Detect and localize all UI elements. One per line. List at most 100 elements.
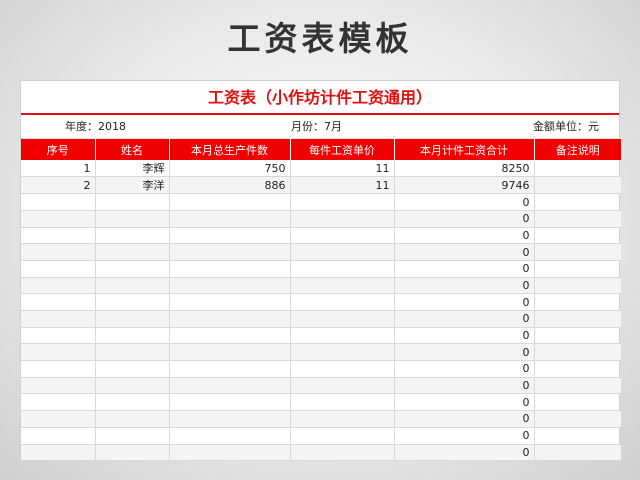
cell-notes[interactable] (534, 160, 621, 178)
cell-name[interactable] (95, 360, 170, 378)
cell-index[interactable] (21, 343, 96, 362)
cell-notes[interactable] (534, 227, 621, 245)
cell-name[interactable] (95, 277, 170, 295)
cell-unit-price[interactable] (290, 310, 395, 328)
cell-total[interactable]: 0 (394, 343, 535, 362)
cell-notes[interactable] (534, 293, 621, 311)
cell-total[interactable]: 0 (394, 427, 535, 445)
cell-index[interactable] (21, 393, 96, 412)
cell-total[interactable]: 0 (394, 377, 535, 395)
cell-quantity[interactable]: 750 (169, 160, 291, 178)
cell-index[interactable] (21, 360, 96, 378)
cell-unit-price[interactable] (290, 327, 395, 345)
cell-quantity[interactable] (169, 293, 291, 311)
cell-unit-price[interactable] (290, 243, 395, 261)
cell-total[interactable]: 8250 (394, 160, 535, 178)
cell-index[interactable] (21, 293, 96, 311)
cell-name[interactable]: 李洋 (95, 176, 170, 195)
cell-index[interactable] (21, 210, 96, 228)
cell-notes[interactable] (534, 176, 621, 195)
cell-quantity[interactable] (169, 444, 291, 462)
cell-index[interactable]: 1 (21, 160, 96, 178)
cell-unit-price[interactable] (290, 210, 395, 228)
cell-unit-price[interactable] (290, 293, 395, 311)
cell-name[interactable] (95, 444, 170, 462)
cell-total[interactable]: 0 (394, 210, 535, 228)
cell-unit-price[interactable] (290, 410, 395, 428)
cell-unit-price[interactable]: 11 (290, 176, 395, 195)
cell-name[interactable] (95, 227, 170, 245)
cell-index[interactable] (21, 327, 96, 345)
cell-total[interactable]: 0 (394, 310, 535, 328)
cell-total[interactable]: 0 (394, 243, 535, 261)
cell-total[interactable]: 0 (394, 227, 535, 245)
cell-index[interactable] (21, 444, 96, 462)
cell-name[interactable] (95, 343, 170, 362)
cell-total[interactable]: 0 (394, 193, 535, 211)
cell-quantity[interactable] (169, 327, 291, 345)
cell-total[interactable]: 0 (394, 260, 535, 278)
col-header-quantity[interactable]: 本月总生产件数 (169, 139, 291, 160)
cell-name[interactable] (95, 243, 170, 261)
col-header-index[interactable]: 序号 (21, 139, 96, 160)
col-header-name[interactable]: 姓名 (95, 139, 170, 160)
cell-unit-price[interactable] (290, 277, 395, 295)
cell-unit-price[interactable] (290, 227, 395, 245)
cell-index[interactable] (21, 410, 96, 428)
cell-notes[interactable] (534, 327, 621, 345)
cell-name[interactable] (95, 293, 170, 311)
cell-notes[interactable] (534, 393, 621, 412)
cell-name[interactable] (95, 393, 170, 412)
col-header-unit-price[interactable]: 每件工资单价 (290, 139, 395, 160)
cell-total[interactable]: 0 (394, 410, 535, 428)
cell-quantity[interactable] (169, 343, 291, 362)
cell-unit-price[interactable] (290, 260, 395, 278)
cell-index[interactable] (21, 193, 96, 211)
cell-quantity[interactable]: 886 (169, 176, 291, 195)
cell-name[interactable] (95, 377, 170, 395)
cell-notes[interactable] (534, 260, 621, 278)
cell-total[interactable]: 0 (394, 444, 535, 462)
cell-index[interactable] (21, 277, 96, 295)
cell-name[interactable] (95, 427, 170, 445)
cell-name[interactable] (95, 210, 170, 228)
cell-unit-price[interactable] (290, 377, 395, 395)
cell-quantity[interactable] (169, 377, 291, 395)
cell-quantity[interactable] (169, 360, 291, 378)
cell-unit-price[interactable] (290, 343, 395, 362)
cell-quantity[interactable] (169, 427, 291, 445)
cell-notes[interactable] (534, 277, 621, 295)
cell-quantity[interactable] (169, 243, 291, 261)
cell-total[interactable]: 0 (394, 393, 535, 412)
cell-name[interactable] (95, 193, 170, 211)
cell-unit-price[interactable] (290, 444, 395, 462)
cell-unit-price[interactable] (290, 193, 395, 211)
cell-unit-price[interactable]: 11 (290, 160, 395, 178)
cell-total[interactable]: 0 (394, 360, 535, 378)
cell-quantity[interactable] (169, 410, 291, 428)
cell-notes[interactable] (534, 427, 621, 445)
cell-total[interactable]: 0 (394, 293, 535, 311)
cell-quantity[interactable] (169, 260, 291, 278)
cell-index[interactable] (21, 260, 96, 278)
cell-notes[interactable] (534, 410, 621, 428)
cell-unit-price[interactable] (290, 360, 395, 378)
cell-index[interactable] (21, 227, 96, 245)
cell-quantity[interactable] (169, 310, 291, 328)
cell-notes[interactable] (534, 444, 621, 462)
col-header-notes[interactable]: 备注说明 (534, 139, 621, 160)
cell-index[interactable] (21, 310, 96, 328)
cell-name[interactable] (95, 327, 170, 345)
cell-notes[interactable] (534, 377, 621, 395)
col-header-total[interactable]: 本月计件工资合计 (394, 139, 535, 160)
cell-index[interactable] (21, 377, 96, 395)
cell-index[interactable] (21, 427, 96, 445)
cell-notes[interactable] (534, 360, 621, 378)
cell-notes[interactable] (534, 310, 621, 328)
cell-unit-price[interactable] (290, 393, 395, 412)
cell-name[interactable] (95, 260, 170, 278)
cell-quantity[interactable] (169, 277, 291, 295)
cell-name[interactable] (95, 410, 170, 428)
cell-total[interactable]: 0 (394, 327, 535, 345)
cell-quantity[interactable] (169, 210, 291, 228)
